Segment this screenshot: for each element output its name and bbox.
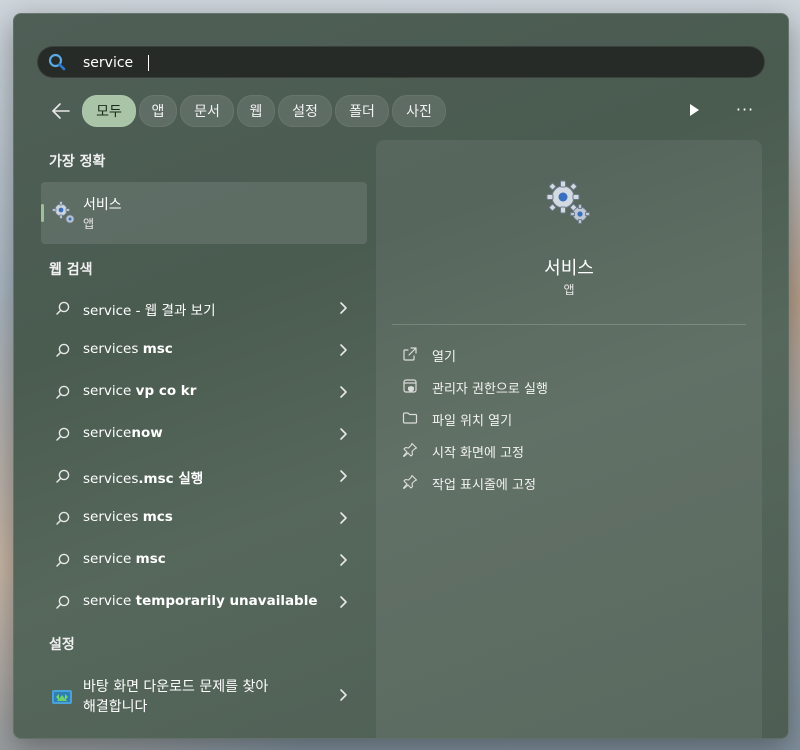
chevron-right-icon (337, 342, 349, 358)
suggestion-prefix: service (83, 425, 132, 441)
suggestion-prefix: service - 웹 결과 보기 (83, 303, 216, 319)
pin-icon (402, 474, 418, 490)
search-panel: 모두 앱 문서 웹 설정 폴더 사진 ··· 가장 정확 (13, 13, 789, 739)
settings-result-item[interactable]: 바탕 화면 다운로드 문제를 찾아 해결합니다 (41, 674, 367, 724)
suggestion-text: servicenow (83, 425, 163, 441)
back-arrow-icon[interactable] (50, 101, 72, 121)
services-gear-icon (51, 200, 77, 226)
web-search-suggestion[interactable]: service - 웹 결과 보기 (41, 288, 367, 328)
suggestion-completion: vp co kr (135, 383, 197, 399)
chevron-right-icon (337, 300, 349, 316)
detail-app-name: 서비스 (544, 258, 594, 279)
search-icon (55, 468, 71, 484)
suggestion-text: service vp co kr (83, 383, 196, 399)
chevron-right-icon (337, 468, 349, 484)
detail-app-type: 앱 (563, 283, 575, 297)
suggestion-completion: msc (135, 551, 166, 567)
action-open-file-location[interactable]: 파일 위치 열기 (400, 406, 700, 432)
more-options-button[interactable]: ··· (734, 101, 756, 121)
chevron-right-icon (337, 552, 349, 568)
suggestion-prefix: service (83, 383, 136, 399)
search-box[interactable] (37, 46, 765, 78)
search-icon (55, 510, 71, 526)
web-search-suggestion[interactable]: service temporarily unavailable (41, 582, 367, 622)
web-search-heading: 웹 검색 (49, 262, 93, 278)
action-label: 시작 화면에 고정 (432, 446, 524, 461)
suggestion-text: services.msc 실행 (83, 467, 203, 487)
selection-indicator (41, 204, 44, 222)
web-search-suggestion[interactable]: service msc (41, 540, 367, 580)
suggestion-prefix: services (83, 471, 139, 487)
chevron-right-icon (337, 384, 349, 400)
suggestion-completion: msc (142, 341, 173, 357)
filter-chip-web[interactable]: 웹 (237, 95, 275, 127)
play-icon[interactable] (686, 102, 702, 118)
suggestion-prefix: services (83, 341, 143, 357)
suggestion-completion: temporarily unavailable (135, 593, 318, 609)
web-search-suggestion[interactable]: services msc (41, 330, 367, 370)
action-label: 파일 위치 열기 (432, 414, 513, 429)
suggestion-prefix: service (83, 551, 136, 567)
pin-icon (402, 442, 418, 458)
action-label: 작업 표시줄에 고정 (432, 478, 536, 493)
chevron-right-icon (337, 426, 349, 442)
suggestion-completion: .msc 실행 (138, 471, 204, 487)
settings-result-line1: 바탕 화면 다운로드 문제를 찾아 (83, 679, 269, 695)
action-label: 관리자 권한으로 실행 (432, 382, 548, 397)
web-search-suggestion[interactable]: services mcs (41, 498, 367, 538)
search-icon (55, 384, 71, 400)
search-icon (55, 594, 71, 610)
suggestion-text: service - 웹 결과 보기 (83, 299, 216, 319)
search-icon (48, 53, 66, 71)
action-open[interactable]: 열기 (400, 342, 700, 368)
services-gear-icon (544, 178, 592, 226)
suggestion-text: service temporarily unavailable (83, 593, 318, 609)
suggestion-text: services msc (83, 341, 173, 357)
action-pin-to-start[interactable]: 시작 화면에 고정 (400, 438, 700, 464)
chevron-right-icon (337, 687, 349, 703)
suggestion-completion: mcs (142, 509, 173, 525)
web-search-suggestion[interactable]: services.msc 실행 (41, 456, 367, 496)
settings-heading: 설정 (49, 637, 75, 653)
filter-chip-all[interactable]: 모두 (82, 95, 136, 127)
troubleshoot-icon (51, 686, 73, 708)
search-icon (55, 342, 71, 358)
suggestion-prefix: service (83, 593, 136, 609)
action-label: 열기 (432, 350, 456, 365)
search-icon (55, 552, 71, 568)
best-match-name: 서비스 (83, 197, 122, 213)
filter-chip-settings[interactable]: 설정 (278, 95, 332, 127)
suggestion-text: services mcs (83, 509, 173, 525)
search-icon (55, 300, 71, 316)
suggestion-completion: now (131, 425, 163, 441)
text-caret (148, 55, 149, 71)
filter-chip-apps[interactable]: 앱 (139, 95, 177, 127)
settings-result-line2: 해결합니다 (83, 699, 148, 715)
best-match-heading: 가장 정확 (49, 154, 106, 170)
search-icon (55, 426, 71, 442)
filter-chip-documents[interactable]: 문서 (180, 95, 234, 127)
search-input[interactable] (81, 50, 735, 76)
best-match-type: 앱 (83, 217, 95, 231)
best-match-item[interactable]: 서비스 앱 (41, 182, 367, 244)
web-search-suggestion[interactable]: service vp co kr (41, 372, 367, 412)
divider (392, 324, 746, 325)
chevron-right-icon (337, 510, 349, 526)
filter-chip-photos[interactable]: 사진 (392, 95, 446, 127)
detail-pane: 서비스 앱 열기 관리자 권한으로 실행 파일 위치 열기 시작 화면에 고정 (376, 140, 762, 738)
suggestion-prefix: services (83, 509, 143, 525)
action-pin-to-taskbar[interactable]: 작업 표시줄에 고정 (400, 470, 700, 496)
filter-bar: 모두 앱 문서 웹 설정 폴더 사진 ··· (14, 95, 788, 127)
chevron-right-icon (337, 594, 349, 610)
folder-icon (402, 410, 418, 426)
action-run-as-admin[interactable]: 관리자 권한으로 실행 (400, 374, 700, 400)
open-external-icon (402, 346, 418, 362)
web-search-suggestion[interactable]: servicenow (41, 414, 367, 454)
suggestion-text: service msc (83, 551, 166, 567)
run-as-admin-icon (402, 378, 418, 394)
filter-chip-folders[interactable]: 폴더 (335, 95, 389, 127)
